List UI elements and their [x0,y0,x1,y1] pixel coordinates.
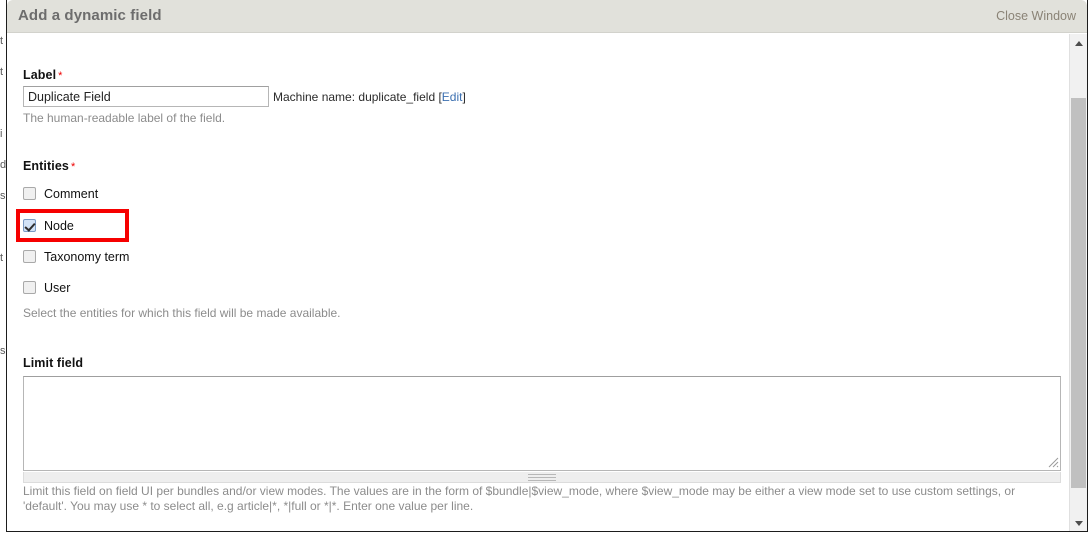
label-field-label: Label * [23,68,63,82]
entities-field-label: Entities * [23,159,75,173]
machine-name-value: duplicate_field [358,90,436,104]
checkbox-comment[interactable] [23,187,36,200]
machine-name-edit-link[interactable]: Edit [442,90,463,104]
machine-name-prefix: Machine name: [273,90,359,104]
vertical-scrollbar[interactable] [1069,34,1087,531]
machine-name-bracket-close: ] [462,90,466,104]
scroll-up-arrow-icon[interactable] [1070,34,1087,51]
entities-field-description: Select the entities for which this field… [23,306,341,320]
limit-field-textarea[interactable] [23,376,1061,471]
label-field-description: The human-readable label of the field. [23,111,226,125]
checkbox-row-comment[interactable]: Comment [23,185,98,202]
checkbox-user[interactable] [23,281,36,294]
label-input[interactable] [23,86,269,107]
scroll-down-arrow-icon[interactable] [1070,515,1087,531]
checkbox-row-taxonomy-term[interactable]: Taxonomy term [23,248,129,265]
checkbox-label-comment: Comment [44,186,99,201]
checkbox-taxonomy-term[interactable] [23,250,36,263]
machine-name-bracket-open: [ [435,90,442,104]
label-field-required-marker: * [58,70,63,82]
scrollbar-thumb[interactable] [1071,98,1086,488]
limit-field-textarea-wrapper [23,376,1061,483]
entities-field-required-marker: * [70,161,76,173]
modal-form-area: Label* Machine name: duplicate_field [Ed… [7,34,1070,531]
textarea-drag-handle[interactable] [23,472,1061,483]
label-field-label-text: Label [23,68,57,82]
checkbox-label-user: User [44,280,71,295]
checkbox-label-node: Node [44,218,74,233]
machine-name-display: Machine name: duplicate_field [Edit] [273,90,466,104]
modal-titlebar: Add a dynamic field Close Window [7,0,1087,33]
modal-title: Add a dynamic field [18,7,162,24]
checkbox-row-node[interactable]: Node [23,217,74,234]
checkbox-row-user[interactable]: User [23,279,70,296]
close-window-button[interactable]: Close Window [996,9,1076,23]
checkbox-label-taxonomy-term: Taxonomy term [44,249,130,264]
modal-dialog: Add a dynamic field Close Window Label * … [6,0,1088,532]
limit-field-description: Limit this field on field UI per bundles… [23,484,1016,513]
checkbox-node[interactable] [23,219,36,232]
limit-field-label: Limit field [23,356,84,370]
entities-field-label-text: Entities [23,159,69,173]
textarea-drag-handle-lines-icon [528,474,556,481]
